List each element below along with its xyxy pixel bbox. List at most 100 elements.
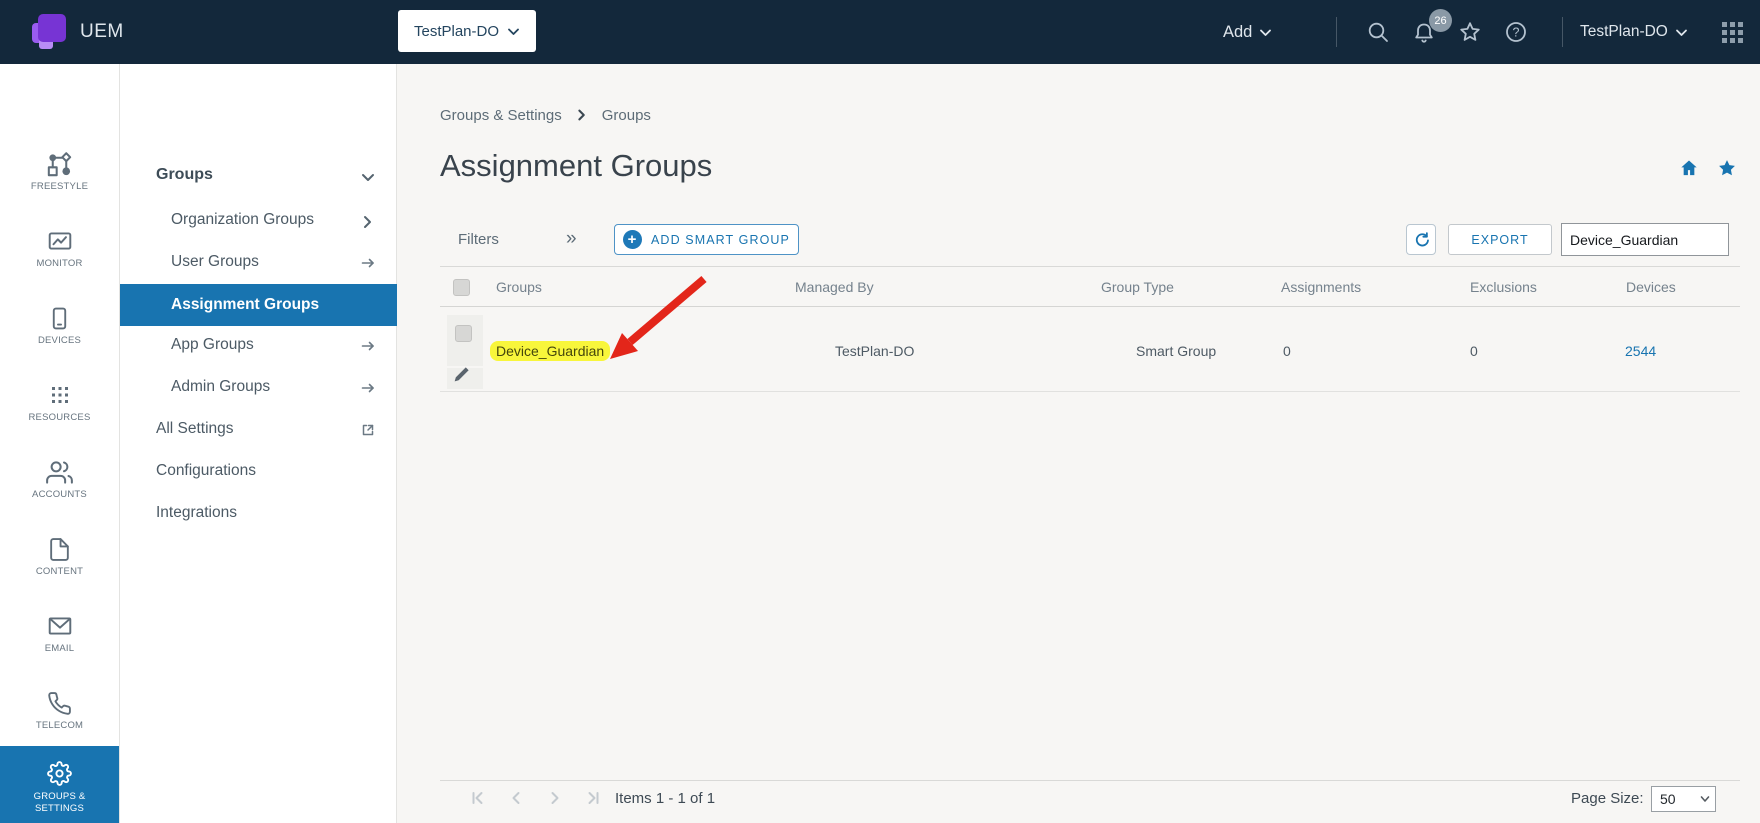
organization-group-label: TestPlan-DO (414, 23, 499, 40)
search-icon[interactable] (1366, 20, 1390, 44)
nav-groups-settings[interactable]: GROUPS & SETTINGS (0, 746, 119, 823)
assignments-cell: 0 (1283, 337, 1291, 365)
breadcrumb: Groups & Settings Groups (440, 104, 651, 126)
group-name-cell[interactable]: Device_Guardian (490, 337, 610, 365)
freestyle-icon (46, 151, 73, 178)
breadcrumb-groups[interactable]: Groups (602, 107, 651, 124)
nav-monitor[interactable]: MONITOR (0, 226, 119, 269)
page-size-value: 50 (1660, 791, 1676, 807)
filters-expand-icon[interactable]: » (566, 224, 577, 255)
menu-item-organization-groups[interactable]: Organization Groups (171, 211, 314, 229)
edit-pencil-icon[interactable] (452, 365, 471, 384)
topbar-divider (1336, 17, 1337, 47)
organization-group-selector[interactable]: TestPlan-DO (398, 10, 536, 52)
first-page-button[interactable] (466, 787, 490, 809)
group-type-cell: Smart Group (1136, 337, 1216, 365)
column-header-devices[interactable]: Devices (1626, 272, 1676, 302)
chevron-down-icon (1700, 795, 1710, 803)
divider (440, 780, 1740, 781)
chevron-right-icon (360, 214, 376, 230)
external-link-icon (360, 422, 376, 438)
app-grid-icon[interactable] (1722, 22, 1743, 43)
nav-freestyle[interactable]: FREESTYLE (0, 149, 119, 192)
refresh-icon (1412, 231, 1430, 249)
chevron-down-icon[interactable] (360, 170, 376, 186)
svg-text:?: ? (1513, 26, 1520, 40)
nav-label: MONITOR (0, 258, 119, 269)
divider (440, 266, 1740, 267)
envelope-icon (47, 613, 73, 639)
plus-circle-icon: + (623, 230, 642, 249)
notification-count-badge: 26 (1429, 9, 1452, 32)
menu-item-user-groups[interactable]: User Groups (171, 253, 259, 271)
nav-accounts[interactable]: ACCOUNTS (0, 457, 119, 500)
nav-resources[interactable]: RESOURCES (0, 380, 119, 423)
last-page-button[interactable] (580, 787, 604, 809)
row-checkbox[interactable] (455, 325, 472, 342)
add-menu[interactable]: Add (1223, 0, 1272, 64)
select-all-checkbox[interactable] (453, 279, 470, 296)
filters-label[interactable]: Filters (458, 224, 499, 255)
search-input[interactable] (1562, 224, 1728, 255)
menu-item-integrations[interactable]: Integrations (156, 504, 237, 522)
menu-item-assignment-groups[interactable]: Assignment Groups (120, 284, 397, 326)
account-menu[interactable]: TestPlan-DO (1580, 0, 1688, 64)
main-content: Groups & Settings Groups Assignment Grou… (397, 64, 1760, 823)
menu-item-admin-groups[interactable]: Admin Groups (171, 378, 270, 396)
workspace-one-logo (32, 14, 68, 50)
nav-label: DEVICES (0, 335, 119, 346)
add-menu-label: Add (1223, 23, 1252, 42)
refresh-button[interactable] (1406, 224, 1436, 255)
arrow-right-icon (360, 255, 376, 271)
page-size-select[interactable]: 50 (1651, 786, 1716, 812)
previous-page-button[interactable] (504, 787, 528, 809)
column-header-group-type[interactable]: Group Type (1101, 272, 1174, 302)
page-title: Assignment Groups (440, 146, 712, 186)
exclusions-cell: 0 (1470, 337, 1478, 365)
menu-item-app-groups[interactable]: App Groups (171, 336, 254, 354)
nav-label: CONTENT (0, 566, 119, 577)
menu-item-all-settings[interactable]: All Settings (156, 420, 234, 438)
home-icon[interactable] (1679, 158, 1699, 178)
nav-telecom[interactable]: TELECOM (0, 688, 119, 731)
menu-item-configurations[interactable]: Configurations (156, 462, 256, 480)
uem-console-screen: UEM TestPlan-DO Add 26 ? TestPlan-DO (0, 0, 1760, 823)
brand-label: UEM (80, 0, 124, 64)
nav-devices[interactable]: DEVICES (0, 303, 119, 346)
nav-content[interactable]: CONTENT (0, 534, 119, 577)
chevron-right-icon (575, 108, 589, 122)
groups-settings-menu: Groups Organization Groups User Groups A… (120, 64, 397, 823)
breadcrumb-groups-settings[interactable]: Groups & Settings (440, 107, 562, 124)
arrow-right-icon (360, 338, 376, 354)
divider (440, 306, 1740, 307)
help-icon[interactable]: ? (1504, 20, 1528, 44)
users-icon (46, 459, 73, 486)
phone-handset-icon (47, 691, 72, 716)
menu-section-groups[interactable]: Groups (156, 166, 213, 184)
column-header-assignments[interactable]: Assignments (1281, 272, 1361, 302)
favorites-star-icon[interactable] (1458, 20, 1482, 44)
managed-by-cell: TestPlan-DO (835, 337, 914, 365)
primary-nav-rail: FREESTYLE MONITOR DEVICES (0, 64, 120, 823)
next-page-button[interactable] (542, 787, 566, 809)
page-size-label: Page Size: (1571, 787, 1644, 811)
document-icon (47, 537, 72, 562)
arrow-right-icon (360, 380, 376, 396)
column-header-managed-by[interactable]: Managed By (795, 272, 874, 302)
nav-email[interactable]: EMAIL (0, 611, 119, 654)
chevron-down-icon (507, 26, 520, 37)
nav-label: EMAIL (0, 643, 119, 654)
topbar-divider (1562, 17, 1563, 47)
favorite-star-icon[interactable] (1717, 158, 1737, 178)
divider (440, 391, 1740, 392)
export-label: EXPORT (1471, 233, 1528, 247)
add-smart-group-button[interactable]: + ADD SMART GROUP (614, 224, 799, 255)
gear-icon (47, 761, 72, 786)
column-header-exclusions[interactable]: Exclusions (1470, 272, 1537, 302)
devices-count-link[interactable]: 2544 (1625, 337, 1656, 365)
export-button[interactable]: EXPORT (1448, 224, 1552, 255)
group-name-highlight[interactable]: Device_Guardian (490, 341, 610, 361)
topbar: UEM TestPlan-DO Add 26 ? TestPlan-DO (0, 0, 1760, 64)
nav-label: ACCOUNTS (0, 489, 119, 500)
column-header-groups[interactable]: Groups (496, 272, 542, 302)
